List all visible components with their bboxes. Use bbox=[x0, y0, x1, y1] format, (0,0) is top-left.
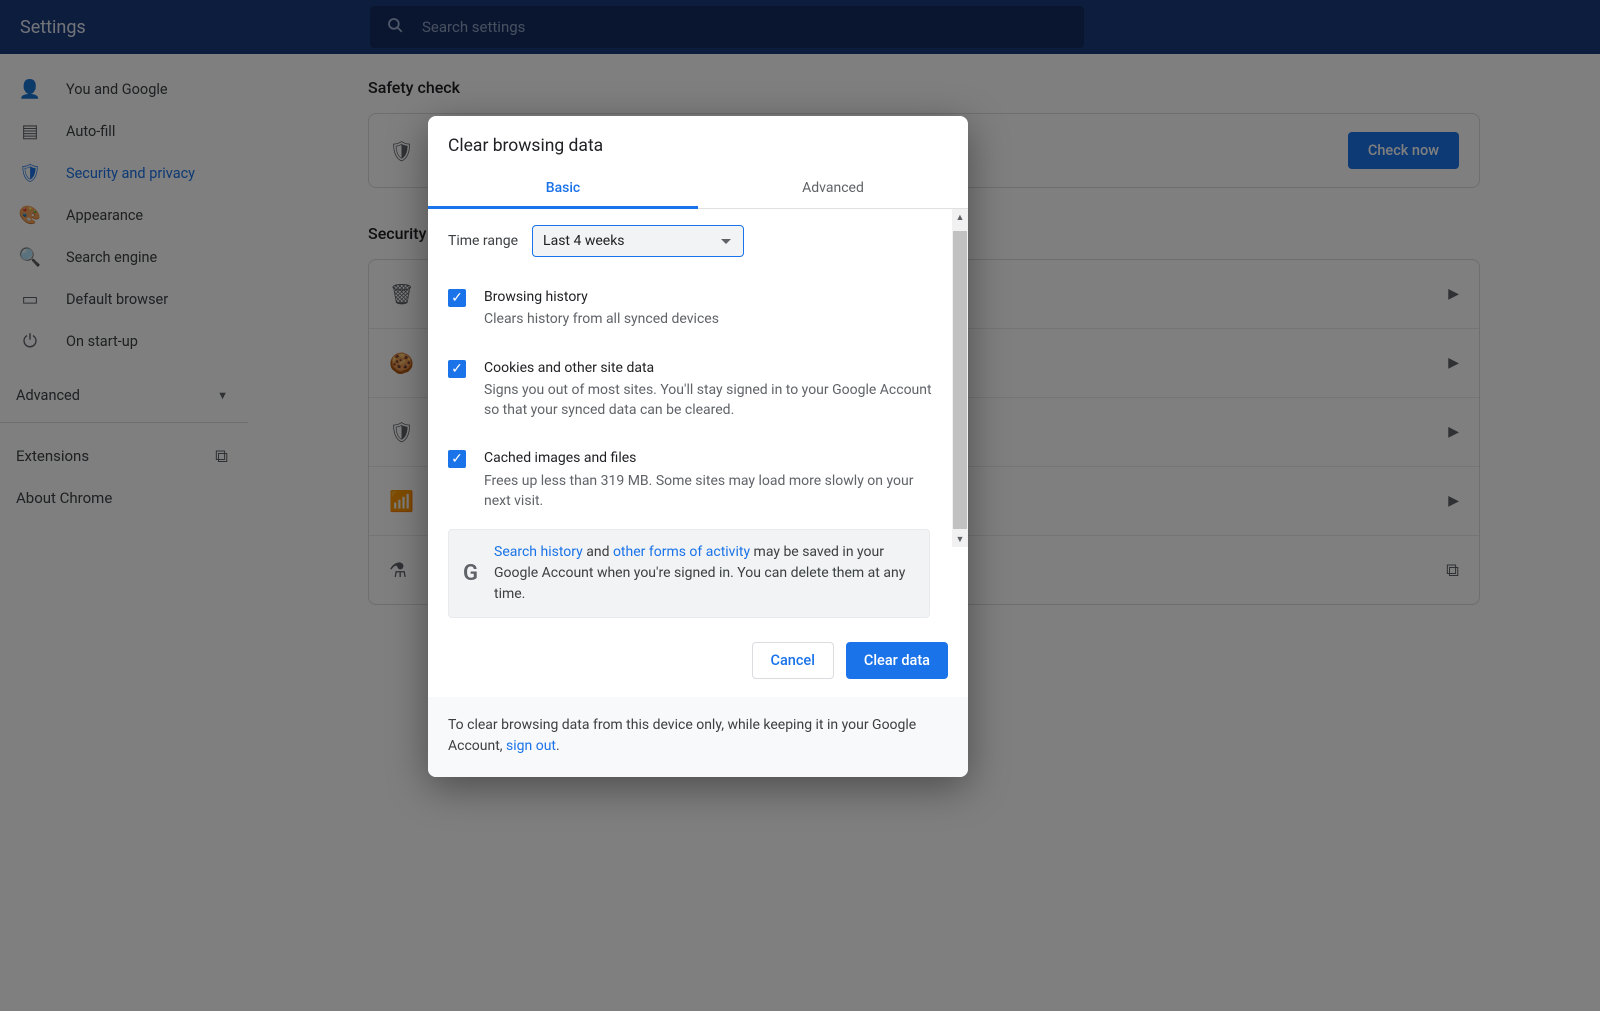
dropdown-icon bbox=[721, 239, 731, 244]
tab-basic[interactable]: Basic bbox=[428, 170, 698, 208]
time-range-label: Time range bbox=[448, 233, 518, 249]
search-history-link[interactable]: Search history bbox=[494, 544, 583, 560]
scrollbar-thumb[interactable] bbox=[953, 231, 967, 529]
google-account-info: G Search history and other forms of acti… bbox=[448, 529, 930, 618]
dialog-actions: Cancel Clear data bbox=[428, 618, 968, 697]
scroll-down-icon[interactable]: ▼ bbox=[952, 531, 968, 547]
check-row-cache: ✓ Cached images and files Frees up less … bbox=[448, 438, 948, 521]
google-icon: G bbox=[463, 561, 478, 586]
dialog-footer: To clear browsing data from this device … bbox=[428, 697, 968, 777]
checkbox-history[interactable]: ✓ bbox=[448, 289, 466, 307]
check-row-cookies: ✓ Cookies and other site data Signs you … bbox=[448, 348, 948, 431]
checkbox-cookies[interactable]: ✓ bbox=[448, 360, 466, 378]
dialog-title: Clear browsing data bbox=[428, 116, 968, 170]
tab-advanced[interactable]: Advanced bbox=[698, 170, 968, 208]
time-range-value: Last 4 weeks bbox=[543, 233, 624, 249]
checkbox-cache[interactable]: ✓ bbox=[448, 450, 466, 468]
info-text: Search history and other forms of activi… bbox=[494, 542, 915, 605]
other-activity-link[interactable]: other forms of activity bbox=[613, 544, 750, 560]
sign-out-link[interactable]: sign out bbox=[506, 738, 556, 754]
scroll-up-icon[interactable]: ▲ bbox=[952, 209, 968, 225]
dialog-body: ▲ ▼ Time range Last 4 weeks ✓ Browsing h… bbox=[428, 209, 968, 618]
check-desc: Signs you out of most sites. You'll stay… bbox=[484, 380, 940, 421]
clear-browsing-data-dialog: Clear browsing data Basic Advanced ▲ ▼ T… bbox=[428, 116, 968, 777]
scrollbar[interactable]: ▲ ▼ bbox=[952, 209, 968, 547]
dialog-tabs: Basic Advanced bbox=[428, 170, 968, 209]
check-row-history: ✓ Browsing history Clears history from a… bbox=[448, 277, 948, 340]
clear-data-button[interactable]: Clear data bbox=[846, 642, 948, 679]
check-title: Cookies and other site data bbox=[484, 358, 940, 378]
check-title: Cached images and files bbox=[484, 448, 940, 468]
check-desc: Clears history from all synced devices bbox=[484, 309, 719, 329]
check-desc: Frees up less than 319 MB. Some sites ma… bbox=[484, 471, 940, 512]
time-range-select[interactable]: Last 4 weeks bbox=[532, 225, 744, 257]
check-title: Browsing history bbox=[484, 287, 719, 307]
cancel-button[interactable]: Cancel bbox=[752, 642, 834, 679]
